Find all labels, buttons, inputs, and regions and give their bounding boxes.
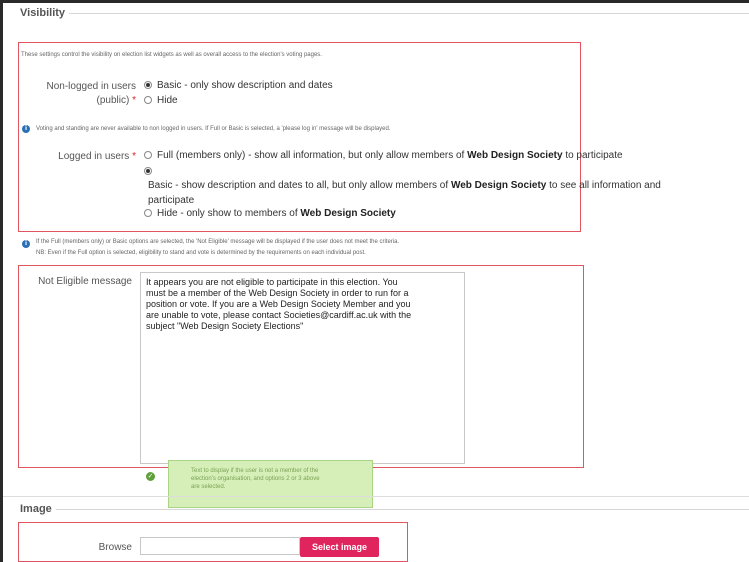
image-legend-line <box>55 509 749 510</box>
non-logged-label-line1: Non-logged in users <box>46 81 137 92</box>
check-icon: ✓ <box>146 472 155 481</box>
required-mark: * <box>132 95 136 106</box>
hint-line: Text to display if the user is not a mem… <box>191 468 319 474</box>
option-text: Hide - only show to members of <box>157 208 298 219</box>
image-file-input[interactable] <box>140 537 300 555</box>
logged-in-option-hide[interactable]: Hide - only show to members of Web Desig… <box>144 208 396 219</box>
logged-in-label-text: Logged in users <box>58 151 130 162</box>
window-top-border <box>0 0 749 3</box>
organisation-name: Web Design Society <box>467 150 563 161</box>
visibility-legend: Visibility <box>18 7 70 19</box>
visibility-intro-text: These settings control the visibility on… <box>21 52 322 58</box>
non-logged-info-note: Voting and standing are never available … <box>36 126 391 132</box>
logged-in-basic-radio[interactable] <box>144 167 152 175</box>
non-logged-label: Non-logged in users (public) * <box>20 80 137 108</box>
option-text: Basic - show description and dates to al… <box>148 180 449 191</box>
non-logged-option-basic[interactable]: Basic - only show description and dates <box>144 80 333 91</box>
option-label: Hide - only show to members of Web Desig… <box>157 208 396 219</box>
message-line: are unable to vote, please contact Socie… <box>146 310 412 320</box>
option-label: Full (members only) - show all informati… <box>157 150 623 161</box>
not-eligible-message-textarea[interactable]: It appears you are not eligible to parti… <box>140 272 465 464</box>
info-icon: i <box>22 125 30 133</box>
criteria-note-line2: NB: Even if the Full option is selected,… <box>36 250 366 256</box>
logged-in-option-full[interactable]: Full (members only) - show all informati… <box>144 150 623 161</box>
message-line: position or vote. If you are a Web Desig… <box>146 299 411 309</box>
radio-button[interactable] <box>144 209 152 217</box>
non-logged-label-line2: (public) <box>96 95 130 106</box>
browse-label: Browse <box>98 542 132 553</box>
hint-line: are selected. <box>191 484 226 490</box>
not-eligible-label: Not Eligible message <box>38 276 132 287</box>
window-left-border <box>0 0 3 562</box>
option-text: to participate <box>565 150 623 161</box>
message-line: must be a member of the Web Design Socie… <box>146 288 409 298</box>
organisation-name: Web Design Society <box>450 180 547 191</box>
option-label: Basic - only show description and dates <box>157 80 333 91</box>
radio-button[interactable] <box>144 151 152 159</box>
info-icon: i <box>22 240 30 248</box>
radio-button[interactable] <box>144 96 152 104</box>
not-eligible-hint: Text to display if the user is not a mem… <box>168 460 373 508</box>
message-line: subject "Web Design Society Elections" <box>146 321 304 331</box>
logged-in-option-basic[interactable]: Basic - show description and dates to al… <box>148 178 738 208</box>
image-section-separator <box>3 496 749 497</box>
message-line: It appears you are not eligible to parti… <box>146 277 398 287</box>
option-label: Hide <box>157 95 178 106</box>
logged-in-label: Logged in users * <box>20 151 136 162</box>
option-text: to see all information and <box>549 180 661 191</box>
select-image-button[interactable]: Select image <box>300 537 379 557</box>
hint-line: election's organisation, and options 2 o… <box>191 476 320 482</box>
criteria-note-line1: If the Full (members only) or Basic opti… <box>36 239 400 245</box>
organisation-name: Web Design Society <box>300 208 396 219</box>
non-logged-option-hide[interactable]: Hide <box>144 95 178 106</box>
radio-button[interactable] <box>144 81 152 89</box>
image-legend: Image <box>18 503 56 515</box>
visibility-legend-line <box>60 13 749 14</box>
option-text: participate <box>148 195 195 206</box>
option-text: Full (members only) - show all informati… <box>157 150 465 161</box>
required-mark: * <box>132 151 136 162</box>
